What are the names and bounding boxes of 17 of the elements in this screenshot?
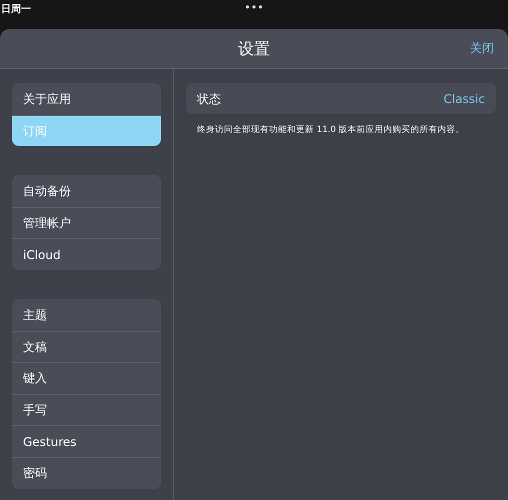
sidebar-item[interactable]: 文稿	[12, 330, 161, 362]
sidebar-item[interactable]: 手写	[12, 394, 161, 426]
status-value: Classic	[443, 90, 485, 108]
sheet-title: 设置	[238, 38, 270, 60]
sidebar-item[interactable]: 自动备份	[12, 175, 161, 207]
close-button[interactable]: 关闭	[470, 39, 494, 57]
sidebar-item[interactable]: 密码	[12, 456, 161, 489]
description-text: 终身访问全部现有功能和更新 11.0 版本前应用内购买的所有内容。	[197, 124, 466, 137]
sidebar-item[interactable]: 管理帐户	[12, 206, 161, 238]
sidebar-item[interactable]: Gestures	[12, 425, 161, 457]
status-date: 日周一	[1, 3, 31, 17]
sidebar-item[interactable]: iCloud	[12, 238, 161, 270]
multitask-dots[interactable]: •••	[244, 0, 264, 16]
sidebar-item[interactable]: 关于应用	[12, 83, 161, 115]
sidebar-item[interactable]: 键入	[12, 362, 161, 394]
status-label: 状态	[197, 90, 221, 108]
sidebar-item[interactable]: 主题	[12, 298, 161, 331]
